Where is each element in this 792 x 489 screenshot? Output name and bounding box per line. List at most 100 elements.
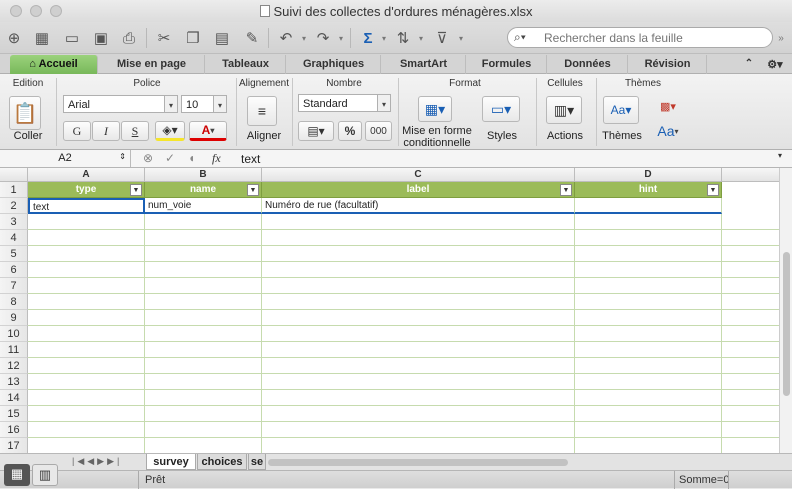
vertical-scrollbar[interactable]	[779, 168, 792, 453]
font-size-select[interactable]: 10 ▾	[181, 95, 227, 113]
insert-function-button[interactable]: fx	[212, 151, 221, 166]
align-icon[interactable]: ≡	[247, 96, 277, 126]
print-icon[interactable]: ⎙	[117, 26, 141, 50]
column-header-c[interactable]: C	[262, 168, 575, 182]
underline-button[interactable]: S	[121, 121, 149, 141]
italic-button[interactable]: I	[92, 121, 120, 141]
row-header[interactable]: 6	[0, 262, 28, 278]
row-header[interactable]: 10	[0, 326, 28, 342]
page-layout-view-icon[interactable]: ▥	[32, 464, 58, 486]
row-header[interactable]: 11	[0, 342, 28, 358]
undo-icon[interactable]: ↶	[274, 26, 298, 50]
toolbar-overflow-icon[interactable]: »	[776, 26, 786, 50]
percent-button[interactable]: %	[338, 121, 362, 141]
row-header[interactable]: 7	[0, 278, 28, 294]
sheet-tab-choices[interactable]: choices	[197, 454, 247, 470]
expand-formula-icon[interactable]: ▾	[778, 151, 782, 160]
row-header[interactable]: 17	[0, 438, 28, 453]
font-color-button[interactable]: A ▾	[189, 121, 227, 141]
header-cell-hint[interactable]: hint	[575, 182, 722, 198]
paste-icon[interactable]: ▤	[210, 26, 234, 50]
open-icon[interactable]: ▭	[60, 26, 84, 50]
search-input[interactable]	[542, 30, 762, 45]
filter-dropdown-icon[interactable]: ▼	[130, 184, 142, 196]
sheet-tab-settings[interactable]: se	[248, 454, 266, 470]
row-header[interactable]: 8	[0, 294, 28, 310]
tab-donnees[interactable]: Données	[548, 55, 628, 74]
sheet-search[interactable]: ⌕▾	[507, 27, 773, 48]
row-header[interactable]: 2	[0, 198, 28, 214]
format-painter-icon[interactable]: ✎	[240, 26, 264, 50]
save-icon[interactable]: ▣	[89, 26, 113, 50]
header-cell-label[interactable]: label	[262, 182, 575, 198]
normal-view-icon[interactable]: ▦	[4, 464, 30, 486]
filter-icon[interactable]: ⊽	[430, 26, 454, 50]
tab-smartart[interactable]: SmartArt	[382, 55, 466, 74]
cut-icon[interactable]: ✂	[152, 26, 176, 50]
tab-tableaux[interactable]: Tableaux	[206, 55, 286, 74]
autosum-icon[interactable]: Σ	[356, 26, 380, 50]
vertical-scroll-thumb[interactable]	[783, 252, 790, 396]
tab-formules[interactable]: Formules	[467, 55, 547, 74]
sheet-tab-survey[interactable]: survey	[146, 454, 196, 470]
sort-icon[interactable]: ⇅	[391, 26, 415, 50]
column-header-d[interactable]: D	[575, 168, 722, 182]
sheet-navigation-icon[interactable]: |◀◀▶▶|	[72, 456, 122, 467]
cell-a2[interactable]: text	[28, 198, 145, 214]
aligner-label[interactable]: Aligner	[240, 130, 288, 142]
ribbon-options-icon[interactable]: ⚙▾	[762, 55, 788, 74]
bold-button[interactable]: G	[63, 121, 91, 141]
cancel-icon[interactable]: ⊗	[143, 151, 153, 165]
redo-dropdown-icon[interactable]: ▾	[336, 26, 346, 50]
row-header[interactable]: 3	[0, 214, 28, 230]
tab-mise-en-page[interactable]: Mise en page	[99, 55, 205, 74]
cell-b2[interactable]: num_voie	[145, 198, 262, 214]
name-box[interactable]: A2 ⇕	[0, 150, 131, 167]
theme-fonts-button[interactable]: Aa ▾	[651, 121, 685, 141]
column-header-b[interactable]: B	[145, 168, 262, 182]
row-header[interactable]: 16	[0, 422, 28, 438]
filter-dropdown-icon[interactable]: ▼	[707, 184, 719, 196]
row-header[interactable]: 5	[0, 246, 28, 262]
coller-label[interactable]: Coller	[6, 130, 50, 142]
templates-icon[interactable]: ▦	[30, 26, 54, 50]
collapse-ribbon-icon[interactable]: ⌃	[738, 55, 760, 74]
conditional-formatting-button[interactable]: Mise en forme conditionnelle	[400, 125, 474, 149]
cell-d2[interactable]	[575, 198, 722, 214]
row-header[interactable]: 13	[0, 374, 28, 390]
select-all-corner[interactable]	[0, 168, 28, 182]
accounting-format-icon[interactable]: ▤▾	[298, 121, 334, 141]
empty-cells[interactable]	[28, 214, 779, 453]
column-header-a[interactable]: A	[28, 168, 145, 182]
styles-button[interactable]: Styles	[480, 130, 524, 142]
thousands-separator-button[interactable]: 000	[365, 121, 392, 141]
themes-icon[interactable]: Aa▾	[603, 96, 639, 124]
actions-button[interactable]: Actions	[540, 130, 590, 142]
row-header[interactable]: 4	[0, 230, 28, 246]
tab-graphiques[interactable]: Graphiques	[287, 55, 381, 74]
paste-clipboard-icon[interactable]: 📋	[9, 96, 41, 130]
header-cell-type[interactable]: type	[28, 182, 145, 198]
tab-revision[interactable]: Révision	[629, 55, 707, 74]
redo-icon[interactable]: ↷	[311, 26, 335, 50]
styles-icon[interactable]: ▭▾	[482, 96, 520, 122]
row-header[interactable]: 1	[0, 182, 28, 198]
confirm-icon[interactable]: ✓	[165, 151, 175, 165]
header-cell-name[interactable]: name	[145, 182, 262, 198]
conditional-formatting-icon[interactable]: ▦▾	[418, 96, 452, 122]
row-header[interactable]: 14	[0, 390, 28, 406]
font-name-select[interactable]: Arial ▾	[63, 95, 178, 113]
row-header[interactable]: 12	[0, 358, 28, 374]
cell-c2[interactable]: Numéro de rue (facultatif)	[262, 198, 575, 214]
copy-icon[interactable]: ❐	[181, 26, 205, 50]
row-header[interactable]: 15	[0, 406, 28, 422]
autosum-dropdown-icon[interactable]: ▾	[379, 26, 389, 50]
number-format-select[interactable]: Standard ▾	[298, 94, 391, 112]
themes-button[interactable]: Thèmes	[598, 130, 646, 142]
undo-dropdown-icon[interactable]: ▾	[299, 26, 309, 50]
fill-color-icon[interactable]: ◈▾	[155, 121, 185, 141]
filter-dropdown-icon[interactable]: ▼	[247, 184, 259, 196]
filter-dropdown-icon[interactable]: ▾	[456, 26, 466, 50]
sort-dropdown-icon[interactable]: ▾	[416, 26, 426, 50]
column-header-e[interactable]	[722, 168, 779, 182]
